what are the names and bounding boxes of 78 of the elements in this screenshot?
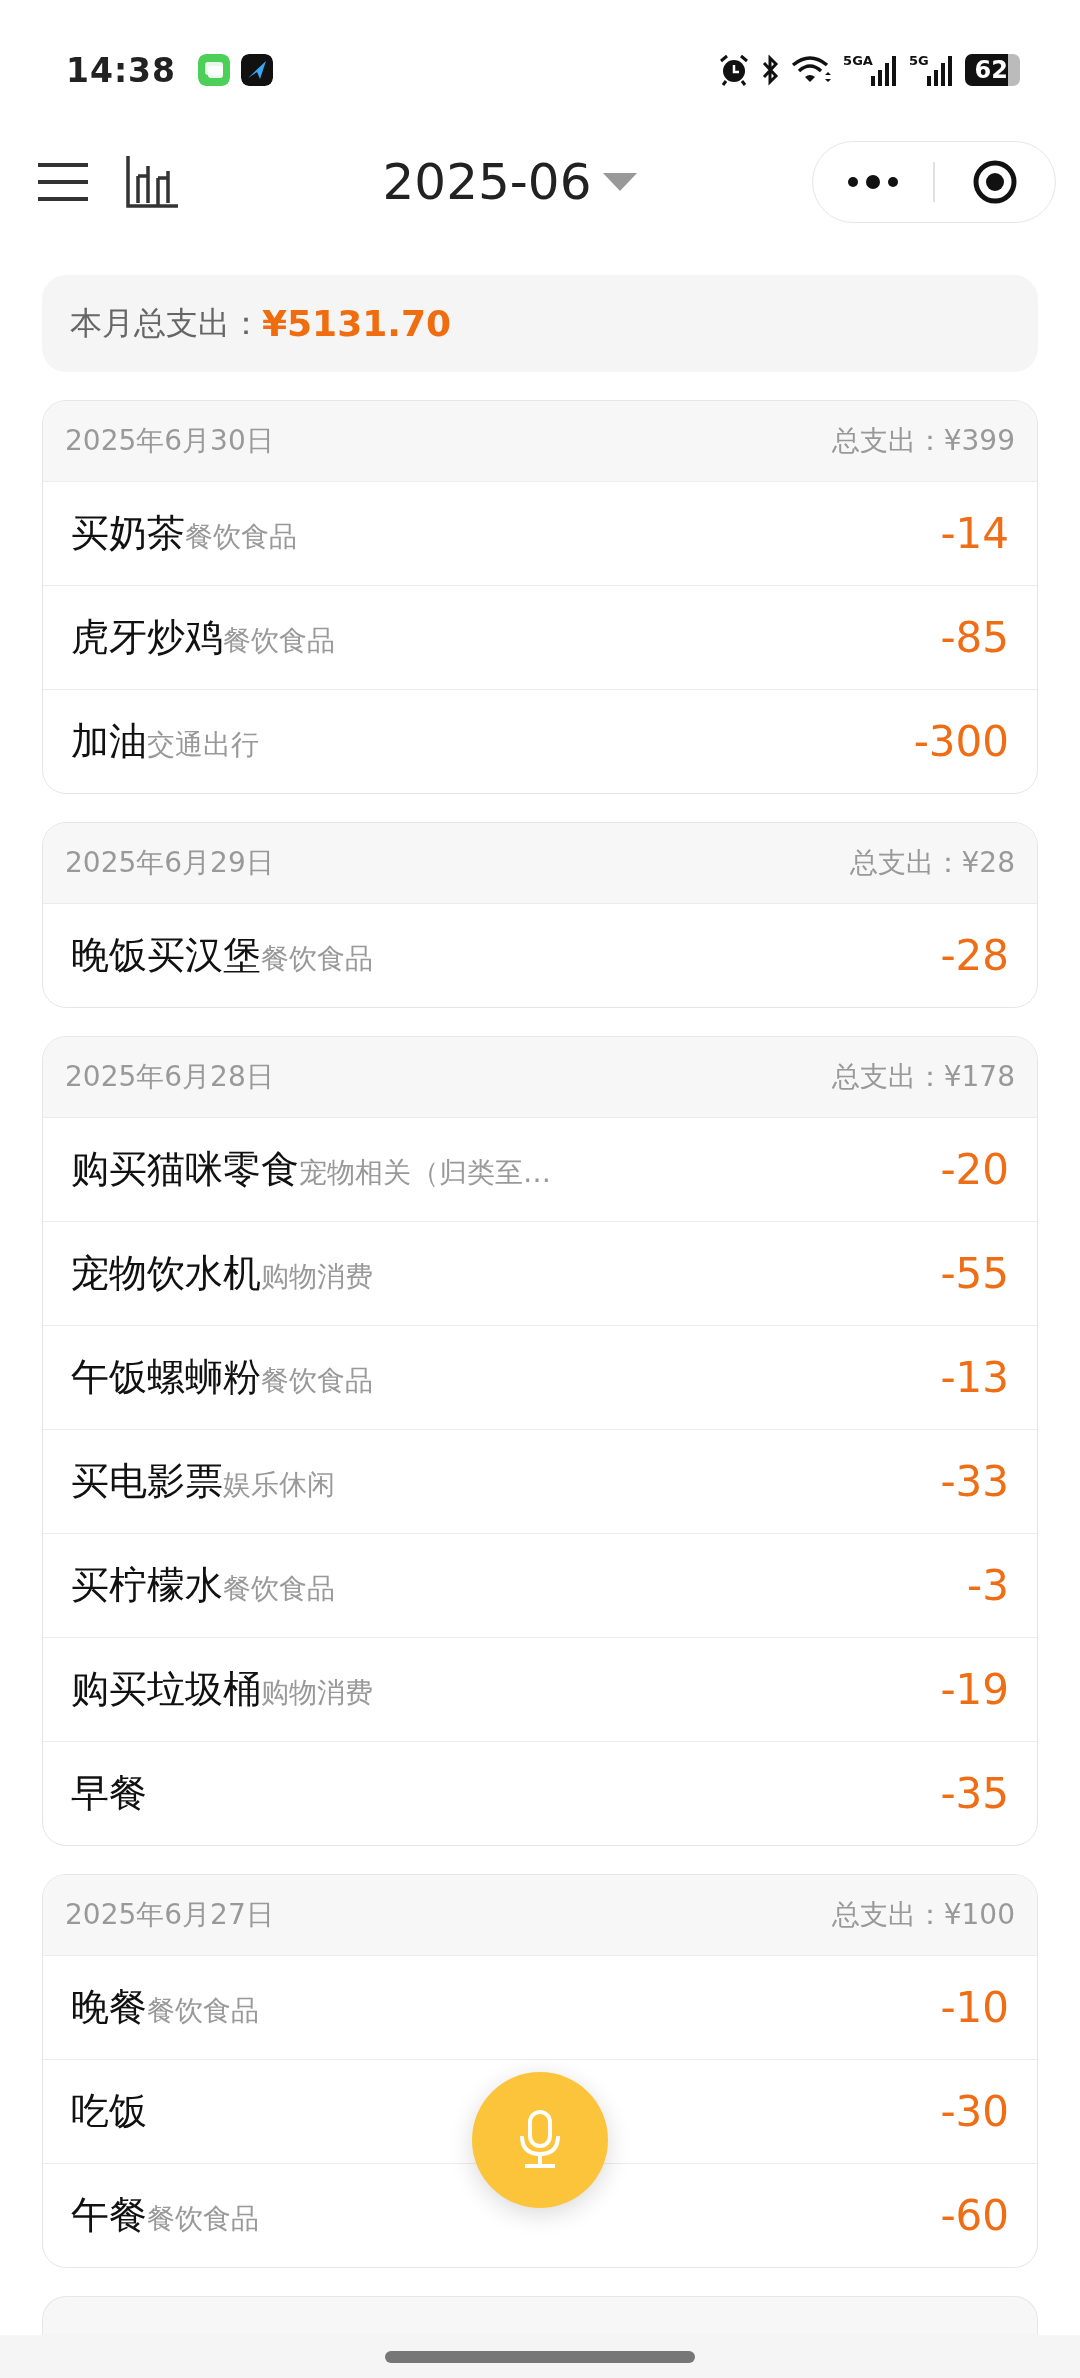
expense-amount: -60 <box>940 2191 1009 2240</box>
expense-amount: -55 <box>940 1249 1009 1298</box>
expense-amount: -33 <box>940 1457 1009 1506</box>
day-date: 2025年6月28日 <box>65 1059 274 1095</box>
day-total: 总支出：¥100 <box>831 1897 1015 1933</box>
expense-row[interactable]: 购买猫咪零食宠物相关（归类至… -20 <box>43 1117 1037 1221</box>
microphone-icon <box>517 2110 563 2170</box>
expense-amount: -35 <box>940 1769 1009 1818</box>
expense-row[interactable]: 买电影票娱乐休闲 -33 <box>43 1429 1037 1533</box>
day-total: 总支出：¥399 <box>831 423 1015 459</box>
expense-amount: -85 <box>940 613 1009 662</box>
expense-title: 买柠檬水 <box>71 1562 223 1609</box>
expense-amount: -19 <box>940 1665 1009 1714</box>
day-total: 总支出：¥178 <box>831 1059 1015 1095</box>
expense-row[interactable]: 午饭螺蛳粉餐饮食品 -13 <box>43 1325 1037 1429</box>
expense-category: 娱乐休闲 <box>223 1468 335 1503</box>
expense-category: 购物消费 <box>261 1259 373 1295</box>
expense-row[interactable]: 虎牙炒鸡餐饮食品 -85 <box>43 585 1037 689</box>
expense-row[interactable]: 买奶茶餐饮食品 -14 <box>43 481 1037 585</box>
expense-title: 吃饭 <box>71 2088 147 2135</box>
expense-row[interactable]: 宠物饮水机购物消费 -55 <box>43 1221 1037 1325</box>
expense-category: 餐饮食品 <box>261 1363 373 1399</box>
expense-amount: -30 <box>940 2087 1009 2136</box>
wifi-icon <box>791 55 832 85</box>
message-app-icon <box>198 54 231 86</box>
signal-icon <box>926 54 953 86</box>
alarm-icon <box>719 54 750 86</box>
expense-title: 午饭螺蛳粉 <box>71 1354 261 1401</box>
menu-icon[interactable] <box>38 162 88 202</box>
chart-icon[interactable] <box>126 156 178 208</box>
day-total: 总支出：¥28 <box>849 845 1015 881</box>
expense-title: 买奶茶 <box>71 510 185 557</box>
expense-amount: -10 <box>940 1983 1009 2032</box>
expense-row[interactable]: 加油交通出行 -300 <box>43 689 1037 793</box>
expense-title: 晚饭买汉堡 <box>71 932 261 979</box>
day-date: 2025年6月29日 <box>65 845 274 881</box>
expense-category: 餐饮食品 <box>185 519 297 555</box>
expense-amount: -14 <box>940 509 1009 558</box>
expense-title: 购买垃圾桶 <box>71 1666 261 1713</box>
network-label: 5G <box>908 54 929 68</box>
expense-category: 餐饮食品 <box>147 1993 259 2029</box>
expense-amount: -3 <box>967 1561 1009 1610</box>
summary-amount: ¥5131.70 <box>262 303 452 344</box>
summary-label: 本月总支出： <box>70 302 262 344</box>
expense-title: 晚餐 <box>71 1984 147 2031</box>
expense-row[interactable]: 购买垃圾桶购物消费 -19 <box>43 1637 1037 1741</box>
caret-icon <box>603 173 638 191</box>
expense-category: 餐饮食品 <box>261 941 373 977</box>
expense-title: 宠物饮水机 <box>71 1250 261 1297</box>
day-date: 2025年6月27日 <box>65 1897 274 1933</box>
plane-app-icon <box>241 54 274 86</box>
battery-indicator: 62 <box>964 54 1020 86</box>
expense-category: 购物消费 <box>261 1675 373 1711</box>
month-picker[interactable]: 2025-06 <box>382 153 638 211</box>
expense-row[interactable]: 晚餐餐饮食品 -10 <box>43 1955 1037 2059</box>
expense-amount: -13 <box>940 1353 1009 1402</box>
expense-row[interactable]: 买柠檬水餐饮食品 -3 <box>43 1533 1037 1637</box>
expense-title: 午餐 <box>71 2192 147 2239</box>
expense-category: 餐饮食品 <box>223 1571 335 1607</box>
expense-category: 宠物相关（归类至… <box>299 1155 551 1191</box>
expense-row[interactable]: 晚饭买汉堡餐饮食品 -28 <box>43 903 1037 1007</box>
day-date: 2025年6月30日 <box>65 423 274 459</box>
status-time: 14:38 <box>66 50 177 90</box>
expense-title: 购买猫咪零食 <box>71 1146 299 1193</box>
expense-amount: -300 <box>913 717 1009 766</box>
expense-title: 买电影票 <box>71 1458 223 1505</box>
expense-title: 虎牙炒鸡 <box>71 614 223 661</box>
expense-amount: -28 <box>940 931 1009 980</box>
expense-category: 餐饮食品 <box>223 623 335 659</box>
bluetooth-icon <box>761 54 780 86</box>
home-indicator[interactable] <box>385 2350 695 2363</box>
expense-category: 餐饮食品 <box>147 2201 259 2237</box>
expense-row[interactable]: 早餐 -35 <box>43 1741 1037 1845</box>
expense-title: 早餐 <box>71 1770 147 1817</box>
network-label: 5GA <box>843 54 873 68</box>
expense-amount: -20 <box>940 1145 1009 1194</box>
expense-category: 交通出行 <box>147 727 259 763</box>
expense-title: 加油 <box>71 718 147 765</box>
